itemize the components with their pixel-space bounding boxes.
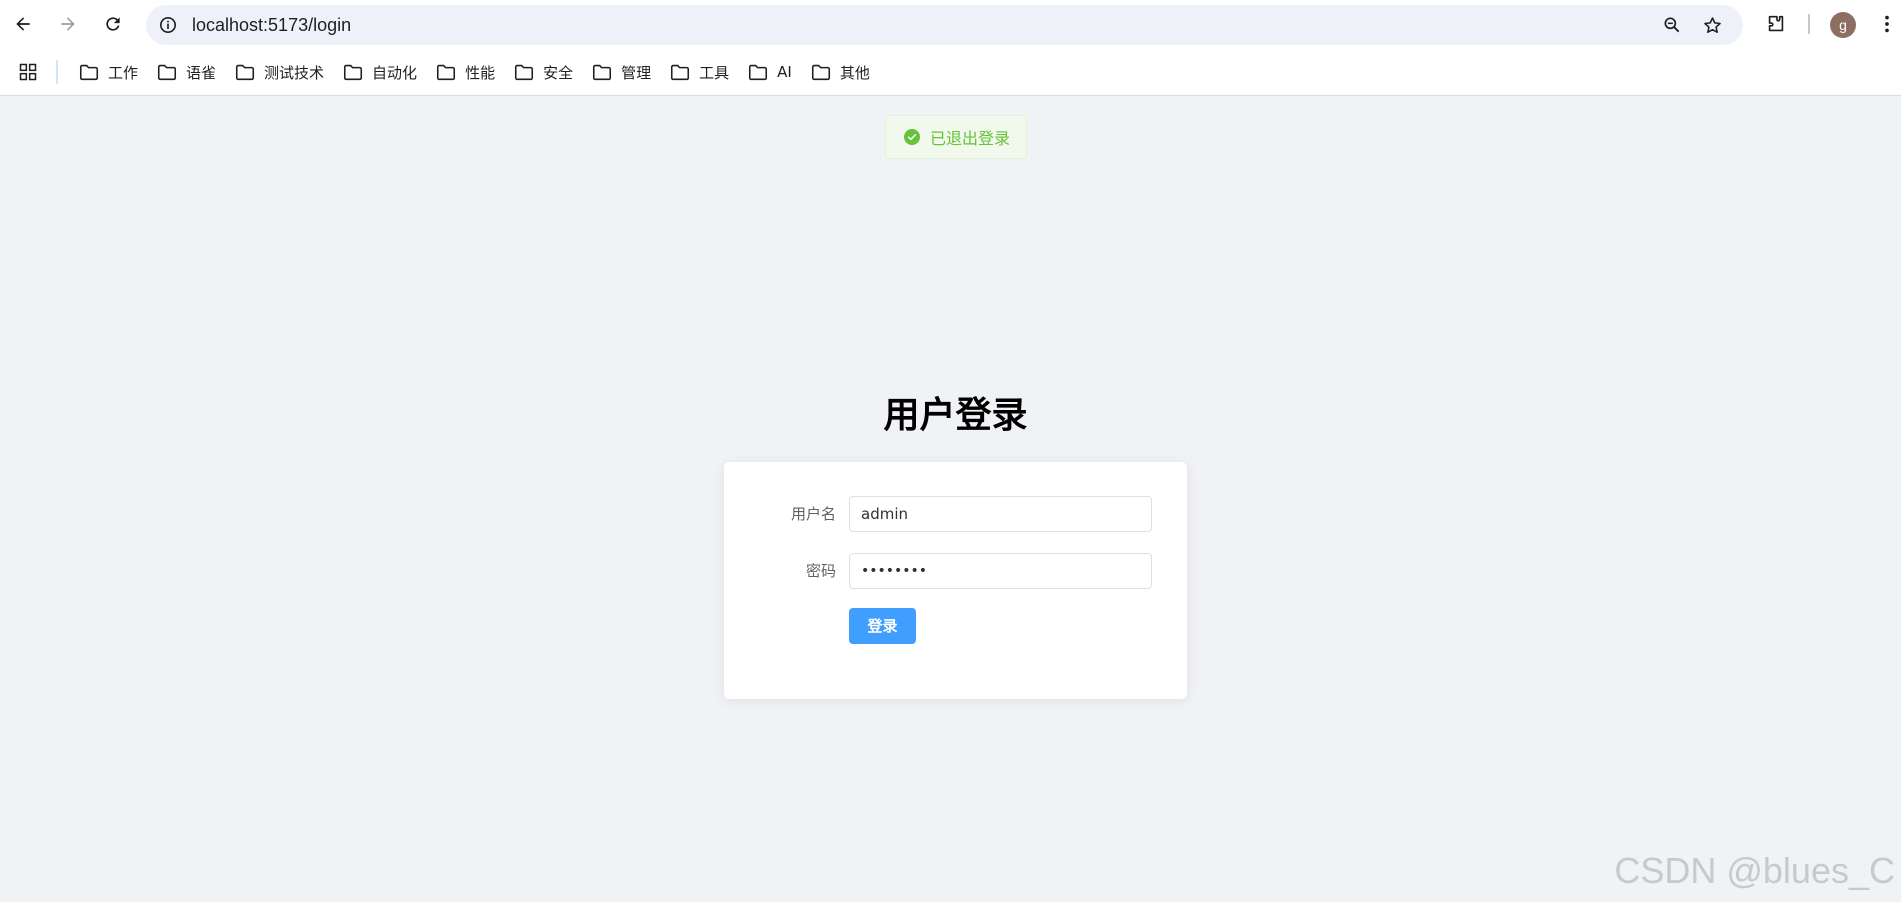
bookmark-label: 其他 bbox=[839, 63, 870, 82]
bookmark-label: AI bbox=[777, 63, 792, 81]
bookmarks-bar: 工作 语雀 测试技术 自动化 性能 安全 管理 工具 AI 其他 bbox=[0, 48, 1901, 96]
bookmark-label: 工具 bbox=[699, 63, 730, 82]
folder-icon bbox=[236, 64, 255, 81]
toast-message: 已退出登录 bbox=[930, 129, 1011, 148]
arrow-right-icon bbox=[61, 17, 75, 31]
username-label: 用户名 bbox=[790, 505, 836, 523]
username-row: 用户名 admin bbox=[724, 496, 1187, 532]
bookmark-label: 自动化 bbox=[372, 63, 418, 82]
bookmark-label: 性能 bbox=[465, 63, 496, 82]
folder-icon bbox=[157, 64, 177, 81]
reload-button[interactable] bbox=[97, 8, 129, 40]
folder-icon bbox=[671, 64, 690, 81]
login-button[interactable]: 登录 bbox=[849, 608, 916, 644]
bookmark-star-icon[interactable] bbox=[1700, 13, 1724, 37]
password-label: 密码 bbox=[805, 562, 836, 580]
bookmark-list: 工作 语雀 测试技术 自动化 性能 安全 管理 工具 AI 其他 bbox=[70, 56, 880, 88]
toolbar-divider bbox=[1808, 14, 1810, 34]
folder-icon bbox=[344, 64, 363, 81]
browser-toolbar: localhost:5173/login g bbox=[0, 0, 1901, 48]
folder-icon bbox=[79, 64, 99, 81]
password-input[interactable]: •••••••• bbox=[849, 553, 1152, 589]
bookmark-folder[interactable]: 工作 bbox=[70, 56, 148, 88]
bookmark-label: 管理 bbox=[621, 63, 652, 82]
bookmark-folder[interactable]: 测试技术 bbox=[226, 56, 334, 88]
bookmark-label: 安全 bbox=[543, 63, 574, 82]
forward-button[interactable] bbox=[52, 8, 84, 40]
bookmark-label: 语雀 bbox=[186, 63, 217, 82]
csdn-watermark: CSDN @blues_C bbox=[1614, 850, 1895, 891]
back-button[interactable] bbox=[7, 8, 39, 40]
login-form-card: 用户名 admin 密码 •••••••• 登录 bbox=[724, 462, 1187, 699]
bookmark-folder[interactable]: 工具 bbox=[661, 56, 739, 88]
bookmark-label: 测试技术 bbox=[264, 63, 325, 82]
bookmark-folder[interactable]: 自动化 bbox=[334, 56, 427, 88]
reload-icon bbox=[106, 17, 120, 31]
success-check-icon bbox=[904, 129, 920, 145]
folder-icon bbox=[593, 64, 612, 81]
profile-avatar[interactable]: g bbox=[1830, 12, 1856, 38]
username-input[interactable]: admin bbox=[849, 496, 1152, 532]
folder-icon bbox=[811, 64, 830, 81]
site-info-icon[interactable] bbox=[158, 15, 178, 35]
bookmark-folder[interactable]: 安全 bbox=[505, 56, 583, 88]
extensions-icon[interactable] bbox=[1762, 10, 1790, 38]
bookmark-folder[interactable]: 语雀 bbox=[148, 56, 226, 88]
url-text[interactable]: localhost:5173/login bbox=[192, 15, 351, 35]
password-row: 密码 •••••••• bbox=[724, 553, 1187, 589]
arrow-left-icon bbox=[16, 17, 30, 31]
bookmarks-divider bbox=[56, 60, 58, 84]
address-bar[interactable]: localhost:5173/login bbox=[146, 5, 1743, 45]
zoom-icon[interactable] bbox=[1660, 13, 1684, 37]
page-title: 用户登录 bbox=[883, 395, 1028, 436]
bookmark-folder[interactable]: 性能 bbox=[427, 56, 505, 88]
folder-icon bbox=[437, 64, 456, 81]
logout-toast: 已退出登录 bbox=[885, 115, 1027, 159]
apps-grid-icon[interactable] bbox=[16, 60, 40, 84]
bookmark-label: 工作 bbox=[108, 63, 139, 82]
bookmark-folder[interactable]: 其他 bbox=[802, 56, 880, 88]
folder-icon bbox=[749, 64, 768, 81]
more-menu-icon[interactable] bbox=[1873, 10, 1901, 38]
folder-icon bbox=[515, 64, 534, 81]
bookmark-folder[interactable]: AI bbox=[739, 56, 802, 88]
bookmark-folder[interactable]: 管理 bbox=[583, 56, 661, 88]
